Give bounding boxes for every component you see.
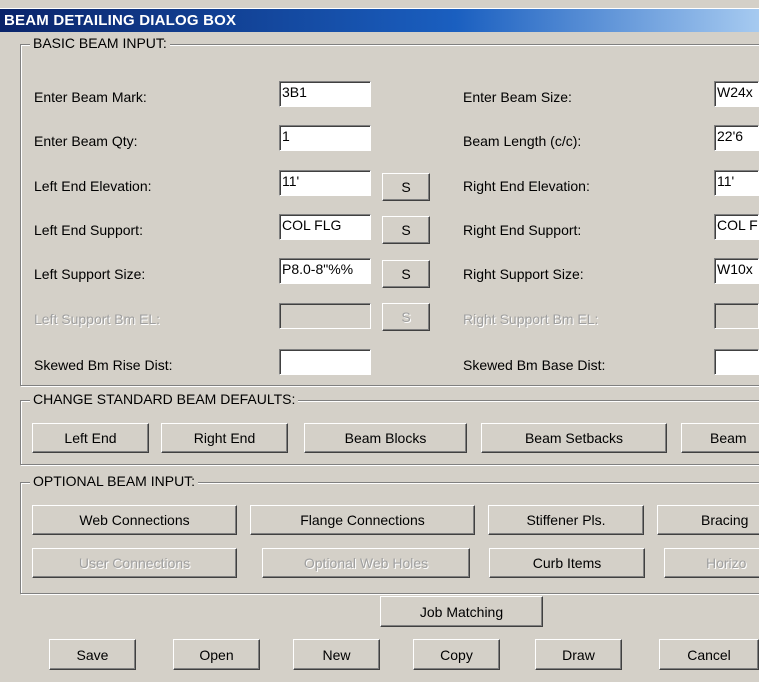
dialog-title-bar[interactable]: BEAM DETAILING DIALOG BOX: [0, 9, 759, 32]
save-button[interactable]: Save: [49, 639, 136, 670]
right-end-support-label: Right End Support:: [463, 222, 582, 238]
web-connections-button[interactable]: Web Connections: [32, 505, 237, 535]
beam-blocks-button[interactable]: Beam Blocks: [304, 423, 467, 453]
beam-size-input[interactable]: W24x: [714, 81, 759, 107]
skewed-bm-rise-dist-label: Skewed Bm Rise Dist:: [34, 357, 173, 373]
right-support-bm-el-input: [714, 303, 759, 329]
left-support-bm-el-input: [279, 303, 371, 329]
left-support-size-s-button[interactable]: S: [382, 260, 430, 288]
skewed-bm-base-dist-label: Skewed Bm Base Dist:: [463, 357, 606, 373]
beam-detailing-dialog: BEAM DETAILING DIALOG BOX BASIC BEAM INP…: [0, 8, 759, 682]
beam-more-button[interactable]: Beam: [681, 423, 759, 453]
left-end-elevation-label: Left End Elevation:: [34, 178, 152, 194]
skewed-bm-rise-dist-input[interactable]: [279, 349, 371, 375]
left-end-elevation-input[interactable]: 11': [279, 170, 371, 196]
horizontal-button: Horizo: [664, 548, 759, 578]
cancel-button[interactable]: Cancel: [659, 639, 759, 670]
dialog-title: BEAM DETAILING DIALOG BOX: [4, 12, 237, 29]
left-support-size-label: Left Support Size:: [34, 266, 146, 282]
optional-web-holes-button: Optional Web Holes: [262, 548, 470, 578]
beam-qty-input[interactable]: 1: [279, 125, 371, 151]
basic-beam-input-legend: BASIC BEAM INPUT:: [30, 35, 170, 51]
right-end-elevation-label: Right End Elevation:: [463, 178, 590, 194]
right-end-support-input[interactable]: COL F: [714, 214, 759, 240]
left-support-bm-el-s-button: S: [382, 303, 430, 331]
beam-setbacks-button[interactable]: Beam Setbacks: [481, 423, 667, 453]
left-end-support-s-button[interactable]: S: [382, 216, 430, 244]
left-end-button[interactable]: Left End: [32, 423, 149, 453]
left-end-support-label: Left End Support:: [34, 222, 143, 238]
right-support-size-label: Right Support Size:: [463, 266, 584, 282]
optional-beam-input-legend: OPTIONAL BEAM INPUT:: [30, 473, 199, 489]
curb-items-button[interactable]: Curb Items: [489, 548, 645, 578]
bracing-button[interactable]: Bracing: [657, 505, 759, 535]
copy-button[interactable]: Copy: [413, 639, 500, 670]
new-button[interactable]: New: [293, 639, 380, 670]
user-connections-button: User Connections: [32, 548, 237, 578]
draw-button[interactable]: Draw: [535, 639, 622, 670]
left-end-support-input[interactable]: COL FLG: [279, 214, 371, 240]
beam-mark-label: Enter Beam Mark:: [34, 89, 147, 105]
job-matching-button[interactable]: Job Matching: [380, 596, 543, 627]
left-support-size-input[interactable]: P8.0-8"%%: [279, 258, 371, 284]
skewed-bm-base-dist-input[interactable]: [714, 349, 759, 375]
beam-defaults-legend: CHANGE STANDARD BEAM DEFAULTS:: [30, 391, 299, 407]
stiffener-pls-button[interactable]: Stiffener Pls.: [488, 505, 644, 535]
left-end-elevation-s-button[interactable]: S: [382, 173, 430, 201]
right-support-bm-el-label: Right Support Bm EL:: [463, 311, 599, 327]
beam-mark-input[interactable]: 3B1: [279, 81, 371, 107]
open-button[interactable]: Open: [173, 639, 260, 670]
right-end-button[interactable]: Right End: [161, 423, 288, 453]
beam-qty-label: Enter Beam Qty:: [34, 133, 138, 149]
right-support-size-input[interactable]: W10x: [714, 258, 759, 284]
beam-length-label: Beam Length (c/c):: [463, 133, 582, 149]
flange-connections-button[interactable]: Flange Connections: [250, 505, 475, 535]
right-end-elevation-input[interactable]: 11': [714, 170, 759, 196]
left-support-bm-el-label: Left Support Bm EL:: [34, 311, 161, 327]
beam-length-input[interactable]: 22'6: [714, 125, 759, 151]
beam-size-label: Enter Beam Size:: [463, 89, 572, 105]
